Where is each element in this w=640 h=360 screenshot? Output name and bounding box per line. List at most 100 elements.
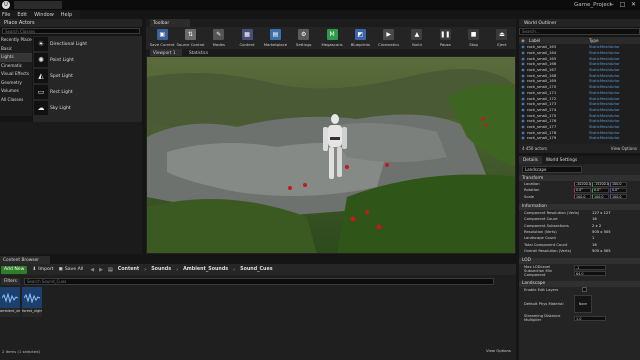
- history-forward-icon[interactable]: ▶: [99, 267, 103, 273]
- category-geometry[interactable]: Geometry: [0, 79, 32, 88]
- subsection-min-field[interactable]: 64.0: [574, 270, 606, 276]
- label-column-header[interactable]: Label: [527, 38, 589, 43]
- breadcrumb-sounds[interactable]: Sounds: [151, 267, 171, 272]
- eject-button[interactable]: ⏏ Eject: [488, 27, 516, 49]
- actor-name-field[interactable]: Landscape: [522, 166, 582, 173]
- settings-button[interactable]: ⚙ Settings: [290, 27, 318, 49]
- max-lod-field[interactable]: -1: [574, 264, 606, 270]
- import-button[interactable]: ⬇ Import: [32, 267, 53, 272]
- close-button[interactable]: ✕: [628, 0, 639, 9]
- type-column-header[interactable]: Type: [589, 38, 599, 43]
- visibility-eye-icon[interactable]: ◉: [519, 107, 527, 112]
- source-control-button[interactable]: ⇅ Source Control: [176, 27, 204, 49]
- visibility-eye-icon[interactable]: ◉: [519, 124, 527, 129]
- cinematics-icon: ▶: [383, 29, 395, 40]
- outliner-search-input[interactable]: Search...: [519, 28, 640, 35]
- visibility-eye-icon[interactable]: ◉: [519, 67, 527, 72]
- category-volumes[interactable]: Volumes: [0, 87, 32, 96]
- level-viewport[interactable]: [146, 56, 516, 254]
- visibility-eye-icon[interactable]: ◉: [519, 118, 527, 123]
- content-view-options[interactable]: View Options: [486, 348, 511, 353]
- add-new-button[interactable]: Add New: [1, 265, 28, 274]
- visibility-eye-icon[interactable]: ◉: [519, 50, 527, 55]
- category-visual-effects[interactable]: Visual Effects: [0, 70, 32, 79]
- scale-y[interactable]: 100.0: [592, 194, 609, 200]
- details-tab[interactable]: Details: [519, 156, 542, 164]
- statistics-tab[interactable]: Statistics: [186, 49, 222, 56]
- rect-light-item[interactable]: ▭ Rect Light: [33, 84, 142, 100]
- blueprints-button[interactable]: ◩ Blueprints: [346, 27, 374, 49]
- visibility-eye-icon[interactable]: ◉: [519, 130, 527, 135]
- streaming-distance-row: Streaming Distance Multiplier 1.0: [519, 314, 640, 322]
- build-button[interactable]: ▲ Build: [403, 27, 431, 49]
- save-current-button[interactable]: ▣ Save Current: [148, 27, 176, 49]
- marketplace-button[interactable]: ▤ Marketplace: [261, 27, 289, 49]
- menu-help[interactable]: Help: [61, 12, 72, 18]
- asset-tile[interactable]: ambient_day: [0, 287, 20, 317]
- viewport-tab[interactable]: Viewport 1: [150, 49, 182, 56]
- visibility-eye-icon[interactable]: ◉: [519, 44, 527, 49]
- asset-tile[interactable]: forest_night: [22, 287, 42, 317]
- stop-icon: ■: [468, 29, 480, 40]
- modes-button[interactable]: ✎ Modes: [205, 27, 233, 49]
- place-actors-tab[interactable]: Place Actors: [0, 19, 142, 27]
- content-search-input[interactable]: Search Sound_Cues: [23, 277, 494, 285]
- menu-window[interactable]: Window: [34, 12, 54, 18]
- phys-material-thumbnail[interactable]: None: [574, 294, 592, 313]
- category-all-classes[interactable]: All Classes: [0, 96, 32, 105]
- visibility-eye-icon[interactable]: ◉: [519, 101, 527, 106]
- category-cinematic[interactable]: Cinematic: [0, 62, 32, 71]
- save-all-button[interactable]: ▣ Save All: [58, 267, 83, 272]
- actor-type: StaticMeshActor: [589, 129, 620, 135]
- location-x[interactable]: -20200.0: [574, 181, 591, 187]
- visibility-eye-icon[interactable]: ◉: [519, 135, 527, 140]
- streaming-distance-field[interactable]: 1.0: [574, 315, 606, 321]
- rotation-y[interactable]: 0.0°: [592, 187, 609, 193]
- viewport-scene: [147, 57, 515, 253]
- breadcrumb-sound-cues[interactable]: Sound_Cues: [240, 267, 272, 272]
- visibility-eye-icon[interactable]: ◉: [519, 73, 527, 78]
- maximize-button[interactable]: □: [617, 0, 628, 9]
- sky-light-item[interactable]: ☁ Sky Light: [33, 100, 142, 116]
- visibility-eye-icon[interactable]: ◉: [519, 56, 527, 61]
- minimize-button[interactable]: −: [606, 0, 617, 9]
- pause-button[interactable]: ❚❚ Pause: [431, 27, 459, 49]
- location-y[interactable]: -15200.0: [592, 181, 609, 187]
- outliner-row[interactable]: ◉ rock_small_179 StaticMeshActor: [519, 135, 640, 141]
- directional-light-item[interactable]: ☀ Directional Light: [33, 36, 142, 52]
- scale-x[interactable]: 100.0: [574, 194, 591, 200]
- menu-file[interactable]: File: [2, 12, 10, 18]
- scale-z[interactable]: 100.0: [610, 194, 627, 200]
- category-lights[interactable]: Lights: [0, 53, 32, 62]
- content-button[interactable]: ▦ Content: [233, 27, 261, 49]
- enable-edit-layers-checkbox[interactable]: [582, 287, 587, 293]
- point-light-item[interactable]: ✺ Point Light: [33, 52, 142, 68]
- world-outliner-tab[interactable]: World Outliner: [519, 19, 640, 27]
- world-settings-tab[interactable]: World Settings: [542, 156, 581, 164]
- class-search-input[interactable]: Search Classes: [2, 28, 140, 34]
- visibility-eye-icon[interactable]: ◉: [519, 61, 527, 66]
- stop-button[interactable]: ■ Stop: [459, 27, 487, 49]
- rotation-x[interactable]: 0.0°: [574, 187, 591, 193]
- filters-button[interactable]: Filters: [1, 277, 20, 285]
- outliner-view-options[interactable]: View Options: [611, 146, 637, 151]
- content-browser-tab[interactable]: Content Browser: [0, 256, 50, 264]
- category-recently-placed[interactable]: Recently Placed: [0, 36, 32, 45]
- visibility-eye-icon[interactable]: ◉: [519, 84, 527, 89]
- visibility-eye-icon[interactable]: ◉: [519, 96, 527, 101]
- megascans-button[interactable]: M Megascans: [318, 27, 346, 49]
- spot-light-item[interactable]: ◭ Spot Light: [33, 68, 142, 84]
- visibility-eye-icon[interactable]: ◉: [519, 90, 527, 95]
- cinematics-button[interactable]: ▶ Cinematics: [375, 27, 403, 49]
- visibility-eye-icon[interactable]: ◉: [519, 78, 527, 83]
- rotation-z[interactable]: 0.0°: [610, 187, 627, 193]
- location-z[interactable]: 100.0: [610, 181, 627, 187]
- toolbar-tab[interactable]: Toolbar: [150, 19, 190, 27]
- breadcrumb-ambient-sounds[interactable]: Ambient_Sounds: [183, 267, 228, 272]
- category-basic[interactable]: Basic: [0, 45, 32, 54]
- breadcrumb-content[interactable]: Content: [118, 267, 140, 272]
- visibility-eye-icon[interactable]: ◉: [519, 113, 527, 118]
- level-tab[interactable]: [14, 1, 62, 9]
- history-back-icon[interactable]: ◀: [90, 267, 94, 273]
- menu-edit[interactable]: Edit: [17, 12, 27, 18]
